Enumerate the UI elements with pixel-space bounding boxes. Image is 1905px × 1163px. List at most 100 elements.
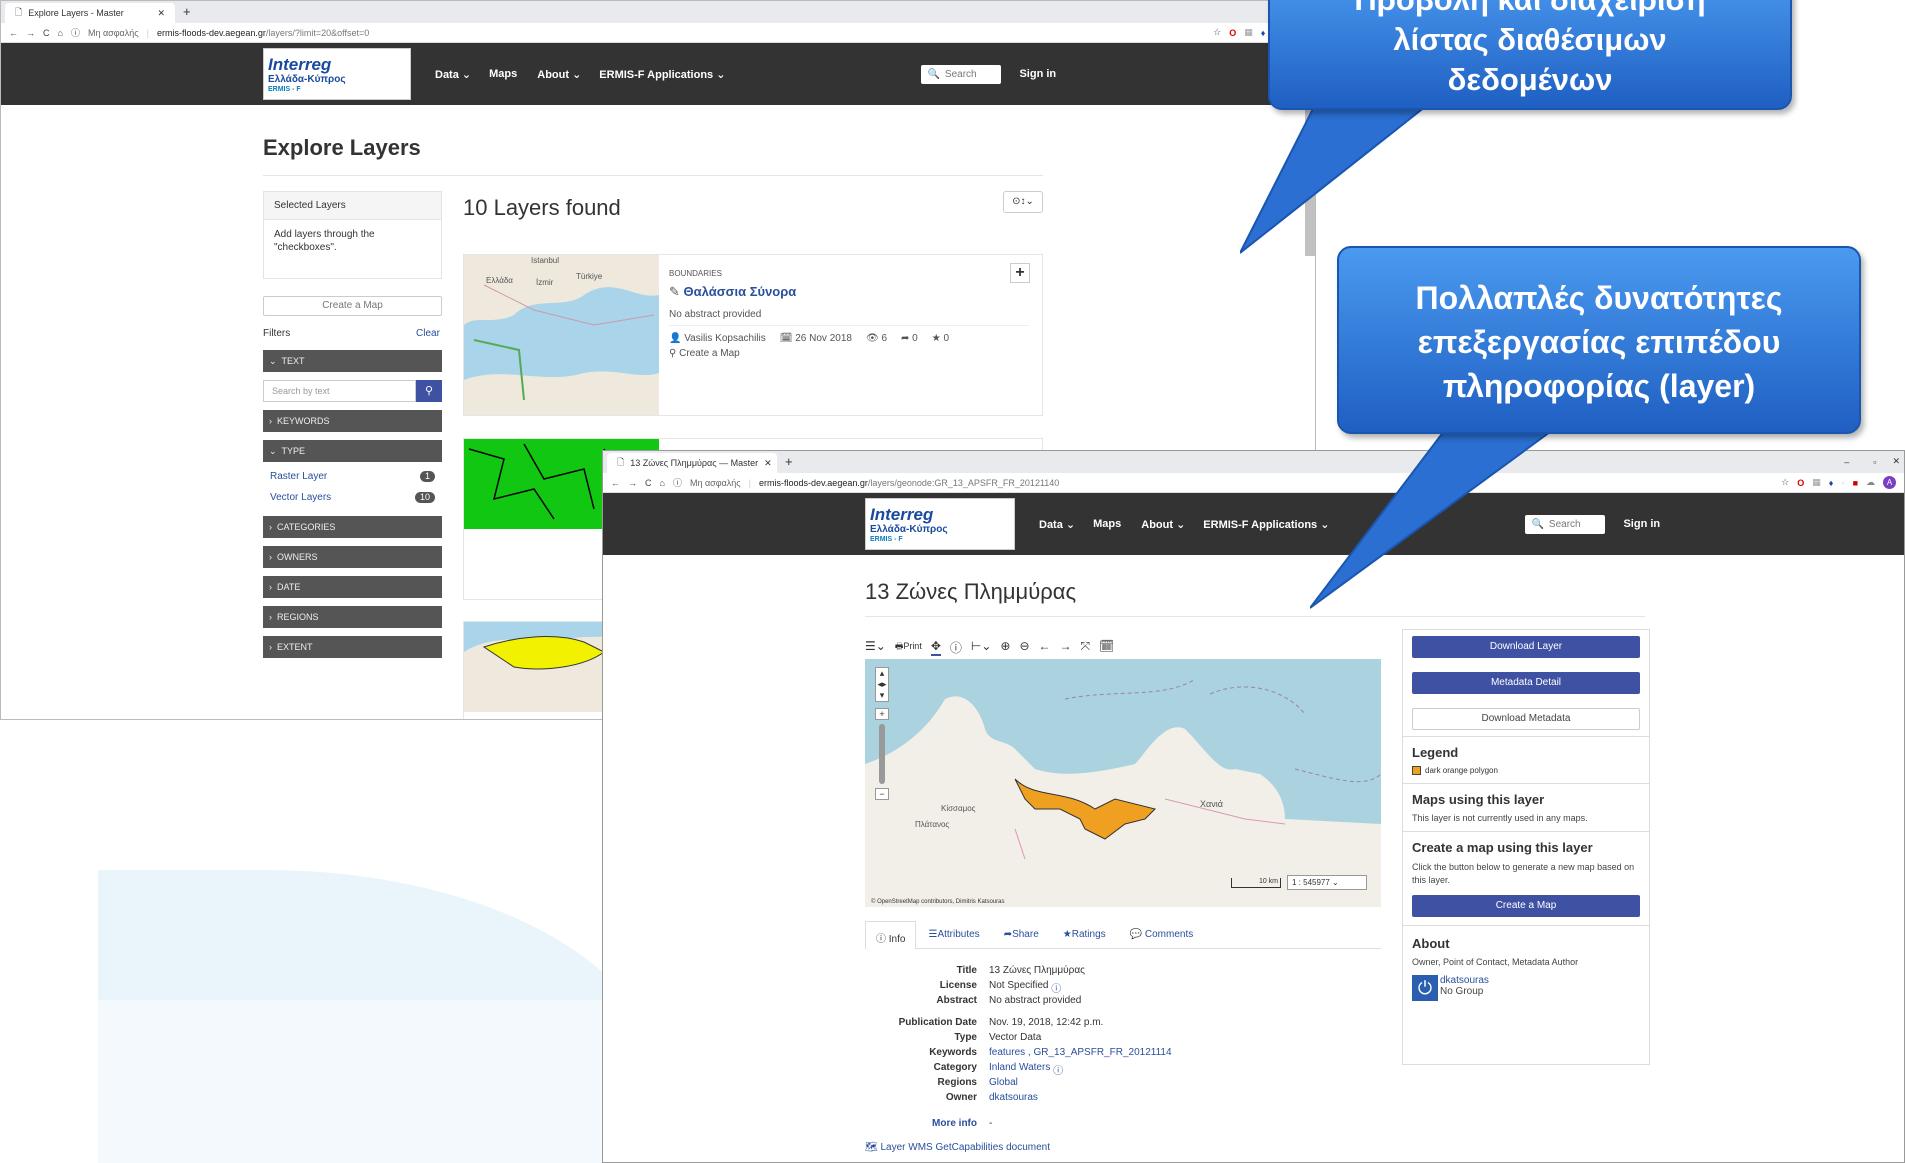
bookmark-star-icon[interactable]: ☆ <box>1781 477 1789 488</box>
extension-icon[interactable]: ♦ <box>1261 28 1266 38</box>
tab-attributes[interactable]: ☰Attributes <box>916 921 991 948</box>
extension-icon[interactable]: ☁ <box>1866 477 1875 488</box>
zoom-in-icon[interactable]: ⊕ <box>1000 639 1010 656</box>
author-link[interactable]: 👤 Vasilis Kopsachilis <box>669 333 766 344</box>
url-input[interactable]: ermis-floods-dev.aegean.gr/layers/geonod… <box>759 478 1773 488</box>
download-layer-button[interactable]: Download Layer <box>1412 636 1640 658</box>
nav-about[interactable]: About ⌄ <box>537 68 581 81</box>
browser-tab[interactable]: 🗋 Explore Layers - Master ✕ <box>5 3 175 23</box>
avatar[interactable]: ⏻ <box>1412 975 1438 1001</box>
new-tab-icon[interactable]: + <box>183 4 191 19</box>
info-row: Type Vector Data <box>954 1032 1042 1043</box>
interreg-logo[interactable]: Interreg Ελλάδα-Κύπρος ERMIS - F <box>865 498 1015 550</box>
nav-ermis-applications[interactable]: ERMIS-F Applications ⌄ <box>599 68 725 81</box>
tab-info[interactable]: ⓘ Info <box>865 921 917 949</box>
minimize-icon[interactable]: – <box>1844 457 1849 467</box>
map-label: İzmir <box>536 278 554 287</box>
zoom-out-icon[interactable]: ⊖ <box>1019 639 1029 656</box>
layer-thumbnail[interactable]: Istanbul Türkiye İzmir Ελλάδα <box>464 255 659 415</box>
layer-title-link[interactable]: ✎ Θαλάσσια Σύνορα <box>669 284 796 300</box>
page-title: Explore Layers <box>263 135 421 160</box>
nav-maps[interactable]: Maps <box>1093 518 1121 530</box>
home-icon[interactable]: ⌂ <box>58 28 63 38</box>
bookmark-star-icon[interactable]: ☆ <box>1213 27 1221 38</box>
filter-categories-header[interactable]: › CATEGORIES <box>263 516 442 538</box>
back-icon[interactable]: ← <box>611 478 620 488</box>
calendar-icon[interactable]: 🗓 <box>1099 639 1114 656</box>
card-create-map-link[interactable]: ⚲ Create a Map <box>669 348 740 359</box>
full-extent-icon[interactable]: ⤧ <box>1081 639 1091 656</box>
filter-owners-header[interactable]: › OWNERS <box>263 546 442 568</box>
menu-icon[interactable]: ☰⌄ <box>865 639 886 656</box>
extension-icon[interactable]: ◦ <box>1841 478 1844 488</box>
search-input[interactable]: 🔍 Search <box>921 64 1002 84</box>
zoom-out-control[interactable]: − <box>875 788 889 800</box>
next-view-icon[interactable]: → <box>1060 639 1072 656</box>
tab-comments[interactable]: 💬 Comments <box>1118 921 1206 948</box>
zoom-track[interactable] <box>879 724 885 784</box>
scale-select[interactable]: 1 : 545977 ⌄ <box>1287 875 1367 890</box>
sort-dropdown[interactable]: ⊙↕⌄ <box>1003 191 1043 213</box>
filter-keywords-header[interactable]: › KEYWORDS <box>263 410 442 432</box>
page-title: 13 Ζώνες Πλημμύρας <box>865 579 1077 604</box>
pan-icon[interactable]: ✥ <box>930 639 941 656</box>
close-tab-icon[interactable]: ✕ <box>157 8 165 19</box>
reload-icon[interactable]: C <box>43 28 50 38</box>
back-icon[interactable]: ← <box>9 28 18 38</box>
extension-icon[interactable]: ▦ <box>1244 27 1253 38</box>
views: 👁 6 <box>865 333 887 344</box>
info-icon[interactable]: ⓘ <box>71 26 80 39</box>
nav-about[interactable]: About ⌄ <box>1141 518 1185 531</box>
previous-view-icon[interactable]: ← <box>1039 639 1051 656</box>
forward-icon[interactable]: → <box>628 478 637 488</box>
close-window-icon[interactable]: ✕ <box>1892 456 1900 467</box>
forward-icon[interactable]: → <box>26 28 35 38</box>
print-button[interactable]: 🖶Print <box>895 639 922 656</box>
extension-icon[interactable]: ▦ <box>1812 477 1821 488</box>
add-layer-button[interactable]: + <box>1010 263 1030 283</box>
tab-ratings[interactable]: ★Ratings <box>1051 921 1118 948</box>
interreg-logo[interactable]: Interreg Ελλάδα-Κύπρος ERMIS - F <box>263 48 411 100</box>
opera-icon[interactable]: O <box>1229 28 1236 38</box>
filter-type-header[interactable]: ⌄ TYPE <box>263 440 442 462</box>
search-by-text-input[interactable]: Search by text <box>263 380 416 402</box>
create-map-button[interactable]: Create a Map <box>1412 895 1640 917</box>
info-icon[interactable]: ⓘ <box>673 476 682 489</box>
filter-regions-header[interactable]: › REGIONS <box>263 606 442 628</box>
extension-icon[interactable]: ■ <box>1853 478 1858 488</box>
nav-data[interactable]: Data ⌄ <box>435 68 471 81</box>
nav-maps[interactable]: Maps <box>489 68 517 80</box>
browser-tab[interactable]: 🗋 13 Ζώνες Πλημμύρας — Master ✕ <box>607 453 777 473</box>
type-option[interactable]: Vector Layers 10 <box>263 487 442 508</box>
filter-date-header[interactable]: › DATE <box>263 576 442 598</box>
create-map-button[interactable]: Create a Map <box>263 296 442 316</box>
opera-icon[interactable]: O <box>1797 478 1804 488</box>
filter-extent-header[interactable]: › EXTENT <box>263 636 442 658</box>
url-input[interactable]: ermis-floods-dev.aegean.gr/layers/?limit… <box>157 28 1205 38</box>
close-tab-icon[interactable]: ✕ <box>764 458 772 469</box>
sign-in-link[interactable]: Sign in <box>1019 68 1056 80</box>
home-icon[interactable]: ⌂ <box>660 478 665 488</box>
nav-data[interactable]: Data ⌄ <box>1039 518 1075 531</box>
download-metadata-button[interactable]: Download Metadata <box>1412 708 1640 730</box>
identify-icon[interactable]: ⓘ <box>950 639 962 656</box>
zoom-in-control[interactable]: + <box>875 708 889 720</box>
layer-map[interactable]: Χανιά Κίσσαμος Πλάτανος © OpenStreetMap … <box>865 659 1381 907</box>
extension-icon[interactable]: ♦ <box>1829 478 1834 488</box>
owner-link[interactable]: dkatsouras <box>1440 975 1489 986</box>
profile-icon[interactable]: A <box>1883 476 1896 489</box>
zoom-slider[interactable]: ▴ ◂▸ ▾ + − <box>875 667 889 807</box>
tab-share[interactable]: ➦Share <box>992 921 1051 948</box>
reload-icon[interactable]: C <box>645 478 652 488</box>
pan-arrows[interactable]: ▴ ◂▸ ▾ <box>875 667 889 702</box>
search-submit-button[interactable]: ⚲ <box>416 380 442 402</box>
filter-text-header[interactable]: ⌄ TEXT <box>263 350 442 372</box>
clear-filters-link[interactable]: Clear <box>416 328 440 339</box>
metadata-detail-button[interactable]: Metadata Detail <box>1412 672 1640 694</box>
type-option[interactable]: Raster Layer 1 <box>263 466 442 487</box>
sign-in-link[interactable]: Sign in <box>1623 518 1660 530</box>
wms-capabilities-link[interactable]: 🗺 Layer WMS GetCapabilities document <box>865 1142 1381 1153</box>
new-tab-icon[interactable]: + <box>785 454 793 469</box>
maximize-icon[interactable]: ▫ <box>1873 457 1876 467</box>
measure-icon[interactable]: ⊢⌄ <box>971 639 992 656</box>
